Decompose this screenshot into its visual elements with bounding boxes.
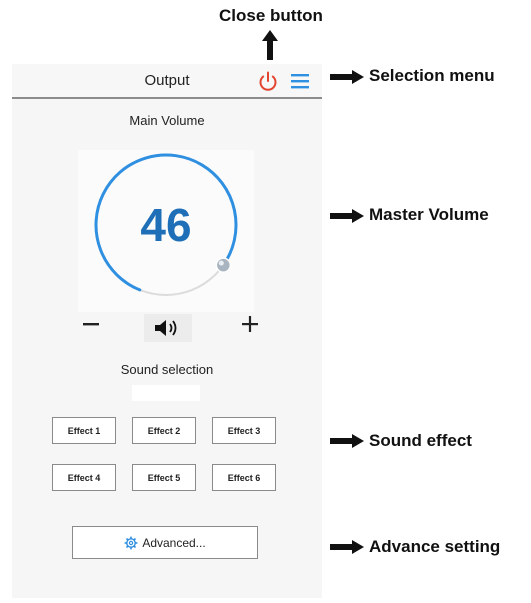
advanced-button-label: Advanced... — [142, 535, 206, 550]
effect-4-button[interactable]: Effect 4 — [52, 464, 116, 491]
volume-knob[interactable] — [215, 257, 232, 273]
effect-1-button[interactable]: Effect 1 — [52, 417, 116, 444]
advanced-button[interactable]: Advanced... — [72, 526, 258, 559]
annotation-advance-setting: Advance setting — [369, 537, 501, 556]
selection-menu-button[interactable] — [289, 71, 311, 91]
close-button[interactable] — [257, 70, 279, 92]
plus-icon — [242, 316, 258, 332]
speaker-icon — [155, 320, 177, 336]
arrow-right-icon — [330, 70, 364, 84]
annotation-selection-menu: Selection menu — [369, 66, 495, 85]
arrow-right-icon — [330, 209, 364, 223]
annotation-sound-effect: Sound effect — [369, 431, 472, 450]
effect-5-button[interactable]: Effect 5 — [132, 464, 196, 491]
effect-6-button[interactable]: Effect 6 — [212, 464, 276, 491]
output-panel: Output Main Volume 46 Sound selection Ef… — [12, 64, 322, 598]
arrow-right-icon — [330, 540, 364, 554]
arrow-right-icon — [330, 434, 364, 448]
volume-decrease-button[interactable] — [80, 314, 102, 334]
annotation-master-volume: Master Volume — [369, 205, 489, 224]
gear-icon — [124, 536, 138, 549]
arrow-up-icon — [262, 30, 278, 60]
sound-selection-field[interactable] — [132, 385, 200, 401]
effect-3-button[interactable]: Effect 3 — [212, 417, 276, 444]
mute-button[interactable] — [152, 317, 184, 339]
effect-2-button[interactable]: Effect 2 — [132, 417, 196, 444]
top-bar: Output — [12, 64, 322, 99]
main-volume-label: Main Volume — [129, 113, 205, 128]
master-volume-value: 46 — [140, 199, 192, 251]
volume-increase-button[interactable] — [238, 312, 262, 336]
power-icon — [259, 71, 277, 91]
sound-selection-label: Sound selection — [120, 362, 214, 377]
minus-icon — [83, 323, 99, 326]
hamburger-menu-icon — [291, 74, 309, 89]
annotation-close-button: Close button — [219, 6, 323, 25]
